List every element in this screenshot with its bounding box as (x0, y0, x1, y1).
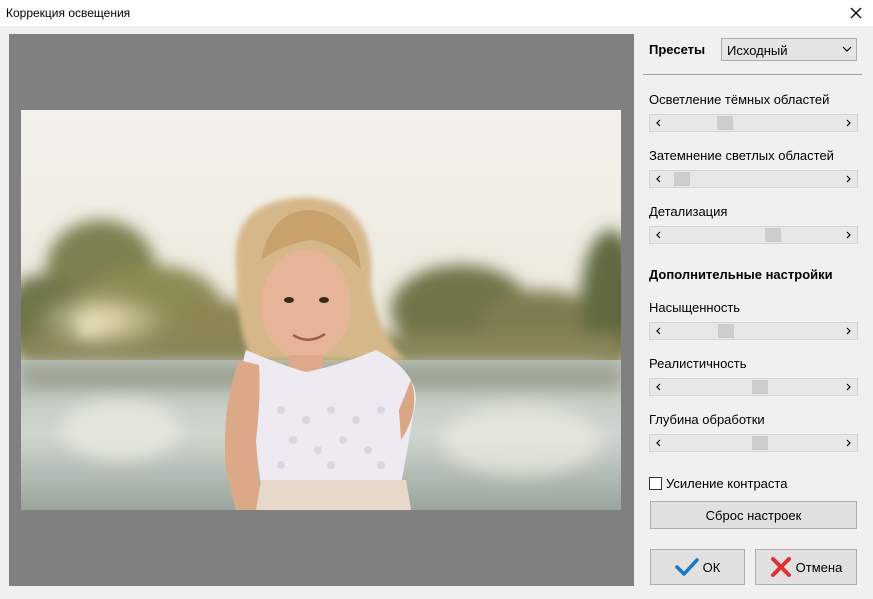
chevron-down-icon (842, 46, 852, 52)
depth-label: Глубина обработки (649, 412, 765, 427)
scroll-right-icon[interactable] (841, 171, 857, 187)
detail-label: Детализация (649, 204, 728, 219)
scroll-left-icon[interactable] (650, 115, 666, 131)
scroll-right-icon[interactable] (841, 323, 857, 339)
scroll-right-icon[interactable] (841, 227, 857, 243)
reset-button[interactable]: Сброс настроек (650, 501, 857, 529)
saturation-label: Насыщенность (649, 300, 741, 315)
presets-label: Пресеты (649, 42, 706, 57)
photo-illustration (21, 110, 621, 510)
slider-thumb[interactable] (752, 380, 768, 394)
separator (643, 74, 862, 75)
cancel-button[interactable]: Отмена (755, 549, 857, 585)
slider-thumb[interactable] (674, 172, 690, 186)
shadows-slider[interactable] (649, 114, 858, 132)
reset-button-label: Сброс настроек (705, 507, 802, 523)
realism-slider[interactable] (649, 378, 858, 396)
highlights-label: Затемнение светлых областей (649, 148, 834, 163)
x-icon (770, 557, 791, 577)
contrast-checkbox[interactable] (649, 476, 662, 490)
scroll-right-icon[interactable] (841, 115, 857, 131)
saturation-slider[interactable] (649, 322, 858, 340)
window-title: Коррекция освещения (6, 6, 131, 20)
title-bar: Коррекция освещения (0, 0, 873, 26)
scroll-left-icon[interactable] (650, 379, 666, 395)
slider-thumb[interactable] (718, 324, 734, 338)
presets-dropdown[interactable]: Исходный (721, 38, 857, 61)
scroll-right-icon[interactable] (841, 435, 857, 451)
slider-thumb[interactable] (752, 436, 768, 450)
realism-label: Реалистичность (649, 356, 747, 371)
highlights-slider[interactable] (649, 170, 858, 188)
scroll-right-icon[interactable] (841, 379, 857, 395)
cancel-button-label: Отмена (795, 559, 843, 575)
close-button[interactable] (839, 0, 873, 26)
contrast-label: Усиление контраста (666, 475, 788, 491)
scroll-left-icon[interactable] (650, 435, 666, 451)
scroll-left-icon[interactable] (650, 171, 666, 187)
slider-thumb[interactable] (717, 116, 733, 130)
preview-image (21, 110, 621, 510)
detail-slider[interactable] (649, 226, 858, 244)
scroll-left-icon[interactable] (650, 323, 666, 339)
checkmark-icon (674, 558, 699, 576)
contrast-option[interactable]: Усиление контраста (649, 475, 787, 491)
scroll-left-icon[interactable] (650, 227, 666, 243)
close-icon (850, 7, 862, 19)
presets-selected: Исходный (727, 43, 788, 58)
ok-button[interactable]: ОК (650, 549, 745, 585)
ok-button-label: ОК (702, 559, 721, 575)
advanced-settings-title: Дополнительные настройки (649, 267, 833, 282)
slider-thumb[interactable] (765, 228, 781, 242)
depth-slider[interactable] (649, 434, 858, 452)
shadows-label: Осветление тёмных областей (649, 92, 830, 107)
